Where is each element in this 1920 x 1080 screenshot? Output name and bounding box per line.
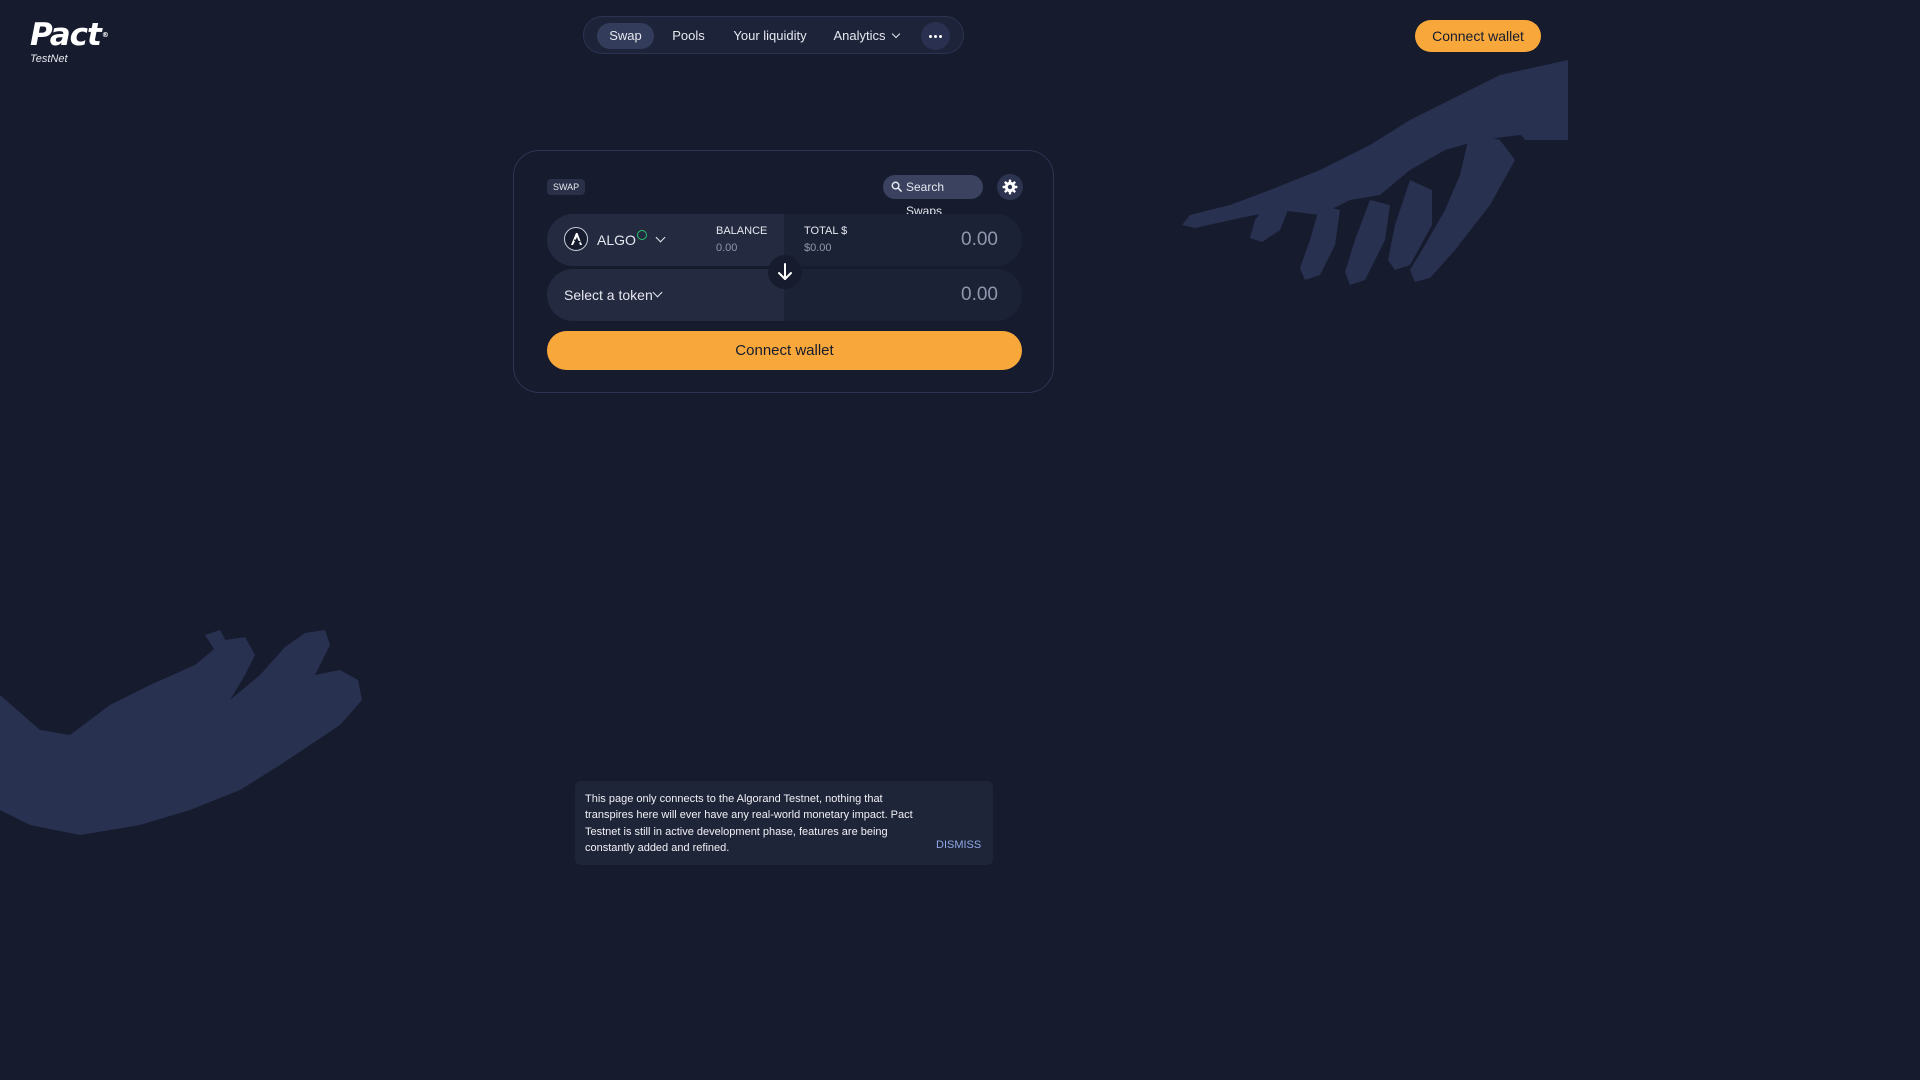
nav-item-pools[interactable]: Pools: [661, 23, 716, 49]
balance-label: BALANCE: [716, 225, 768, 237]
nav-item-swap[interactable]: Swap: [597, 23, 654, 49]
algorand-icon: [564, 227, 588, 251]
search-icon: [891, 181, 902, 192]
verified-check-icon: [637, 230, 647, 240]
swap-connect-wallet-button[interactable]: Connect wallet: [547, 331, 1022, 370]
notice-text: This page only connects to the Algorand …: [585, 793, 913, 855]
registered-mark: ®: [101, 31, 109, 39]
dot: [939, 35, 942, 38]
switch-tokens-button[interactable]: [768, 255, 802, 289]
dot: [929, 35, 932, 38]
total-value: $0.00: [804, 242, 832, 254]
more-horizontal-icon[interactable]: [921, 22, 950, 50]
header-connect-wallet-button[interactable]: Connect wallet: [1415, 20, 1541, 52]
chevron-down-icon: [652, 287, 663, 298]
testnet-notice: This page only connects to the Algorand …: [575, 781, 993, 865]
dismiss-button[interactable]: DISMISS: [936, 839, 981, 851]
total-label: TOTAL $: [804, 225, 848, 237]
chevron-down-icon: [891, 29, 900, 39]
settings-button[interactable]: [997, 174, 1023, 200]
select-token-label: Select a token: [564, 287, 653, 303]
to-amount-input[interactable]: 0.00: [961, 284, 998, 306]
nav-item-label: Your liquidity: [733, 28, 807, 43]
nav-item-label: Swap: [609, 28, 642, 43]
chevron-down-icon: [655, 232, 666, 243]
dot: [934, 35, 937, 38]
arrow-down-icon: [778, 263, 792, 280]
human-hand-illustration: [0, 630, 362, 835]
gear-icon: [1002, 179, 1018, 195]
swap-tag: SWAP: [547, 179, 586, 195]
robot-hand-illustration: [1182, 60, 1568, 285]
brand-name: Pact: [30, 17, 102, 53]
nav-item-label: Pools: [672, 28, 705, 43]
search-swaps-button[interactable]: Search Swaps: [883, 175, 983, 218]
main-nav: Swap Pools Your liquidity Analytics: [583, 16, 964, 54]
network-label: TestNet: [30, 53, 68, 65]
nav-item-label: Analytics: [833, 28, 886, 43]
balance-value: 0.00: [716, 242, 738, 254]
nav-item-analytics[interactable]: Analytics: [826, 23, 906, 49]
pact-logo[interactable]: Pact® TestNet: [30, 17, 109, 65]
swap-card: SWAP Search Swaps ALGO BALANCE 0.00 TOTA…: [513, 150, 1054, 393]
from-amount-input[interactable]: 0.00: [961, 229, 998, 251]
nav-item-your-liquidity[interactable]: Your liquidity: [726, 23, 814, 49]
from-token-name: ALGO: [597, 232, 636, 248]
